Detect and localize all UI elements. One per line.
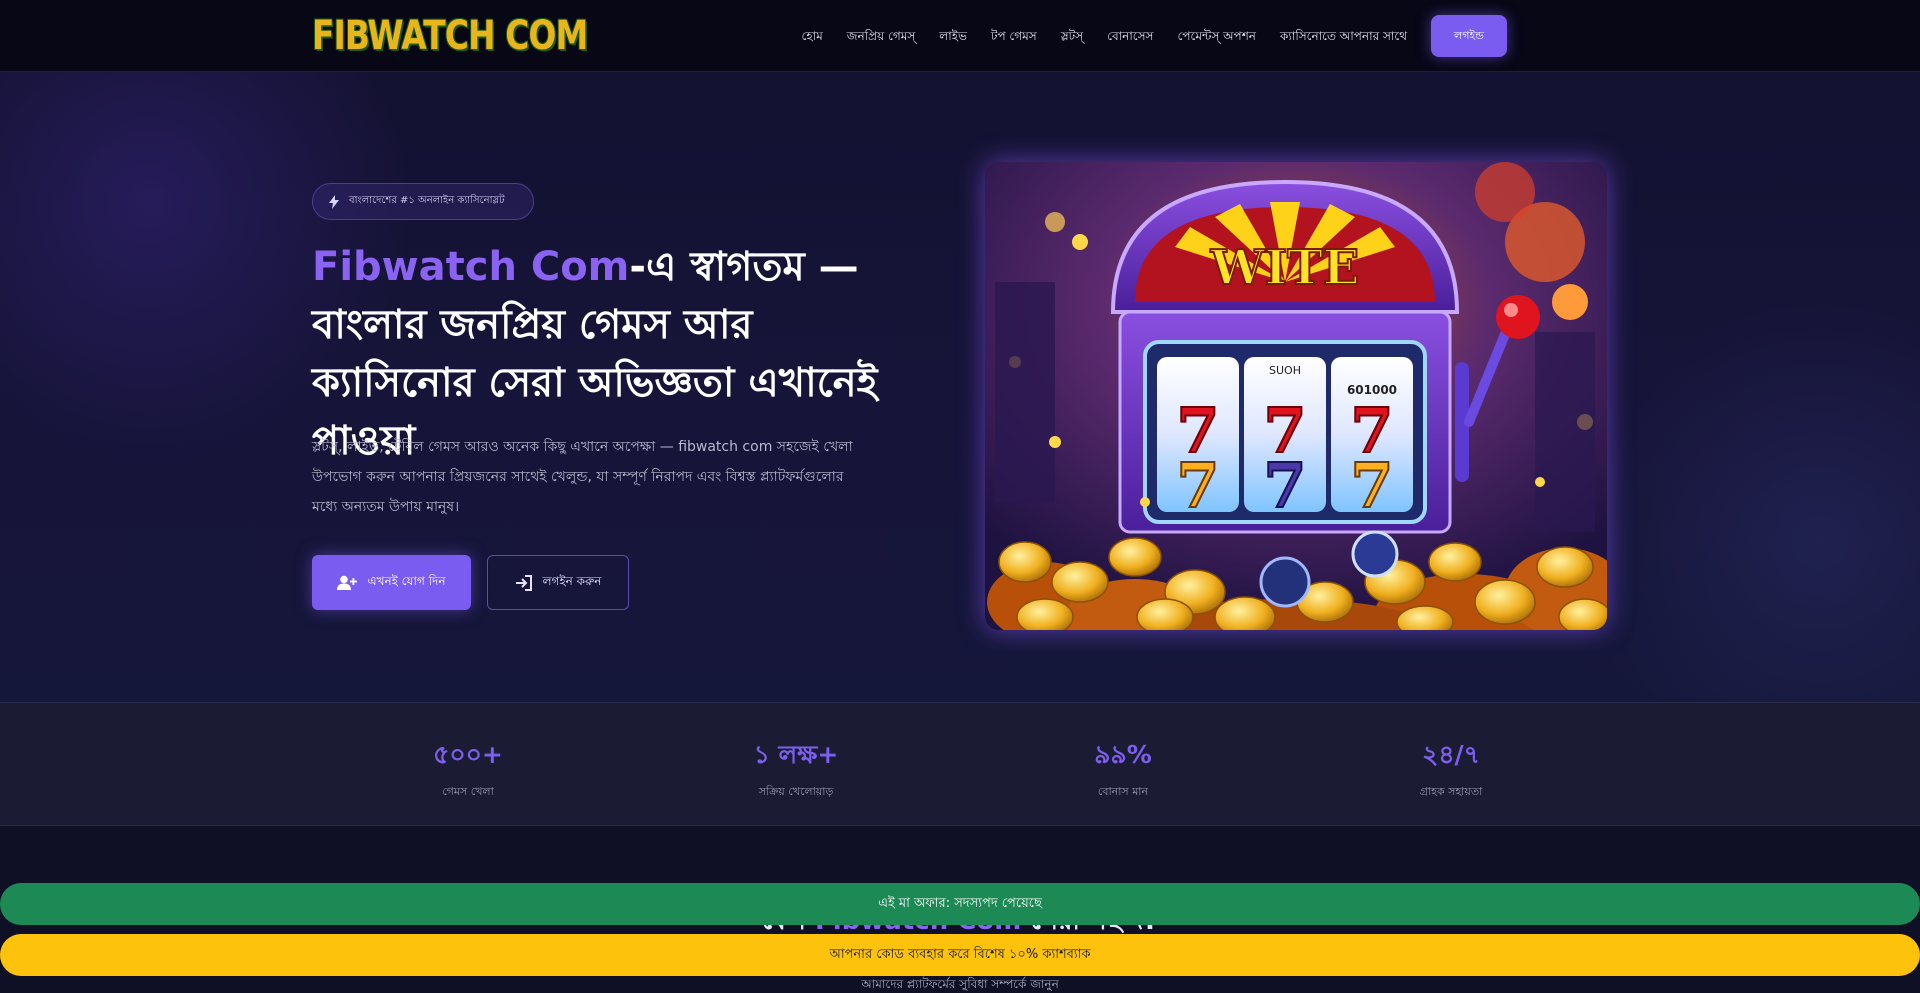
- nav-link-bonuses[interactable]: বোনাসেস: [1095, 15, 1165, 57]
- nav-link-home[interactable]: হোম: [789, 15, 834, 57]
- stat-label: সক্রিয় খেলোয়াড়: [758, 785, 834, 798]
- slot-machine-image: WITE SUOH 601000 7 7 7 7 7 7: [985, 162, 1607, 630]
- stat-label: গেমস খেলা: [442, 785, 494, 798]
- stat-value: ৯৯%: [1094, 740, 1152, 769]
- svg-text:7: 7: [1263, 449, 1306, 522]
- stat-value: ১ লক্ষ+: [753, 740, 839, 769]
- register-button-label: এখনই যোগ দিন: [367, 573, 446, 588]
- promo-bar-yellow[interactable]: আপনার কোড ব্যবহার করে বিশেষ ১০% ক্যাশব্য…: [0, 934, 1920, 976]
- hero-login-button[interactable]: লগইন করুন: [487, 555, 629, 610]
- hero-login-button-label: লগইন করুন: [542, 573, 602, 588]
- lightning-icon: [329, 194, 339, 209]
- nav-links: হোম জনপ্রিয় গেমস্ লাইভ টপ গেমস স্লটস্ ব…: [789, 15, 1507, 57]
- login-button[interactable]: লগইন্ড: [1431, 15, 1507, 57]
- headline-brand: Fibwatch Com: [312, 244, 630, 290]
- stat-value: ২৪/৭: [1422, 740, 1480, 769]
- slot-machine-illustration: WITE SUOH 601000 7 7 7 7 7 7: [985, 162, 1607, 630]
- nav-link-casino[interactable]: ক্যাসিনোতে আপনার সাথে: [1268, 15, 1419, 57]
- hero-badge: বাংলাদেশের #১ অনলাইন ক্যাসিনোস্লট: [312, 183, 534, 220]
- nav-link-payments[interactable]: পেমেন্টস্ অপশন: [1165, 15, 1267, 57]
- nav-link-popular-games[interactable]: জনপ্রিয় গেমস্: [835, 15, 928, 57]
- hero-description: স্লটস্, লাইভ, টেবিল গেমস আরও অনেক কিছু এ…: [312, 439, 853, 515]
- svg-text:7: 7: [1350, 449, 1393, 522]
- stat-label: গ্রাহক সহায়তা: [1419, 785, 1483, 798]
- reel-caption: SUOH: [1269, 364, 1301, 377]
- promo-bar-green[interactable]: এই মা অফার: সদস্যপদ পেয়েছে: [0, 883, 1920, 925]
- stats-strip: ৫০০+ গেমস খেলা ১ লক্ষ+ সক্রিয় খেলোয়াড়…: [0, 702, 1920, 826]
- hero-section: [0, 72, 1920, 702]
- svg-text:7: 7: [1176, 449, 1219, 522]
- add-user-icon: [337, 575, 358, 590]
- features-subtitle: আমাদের প্ল্যাটফর্মের সুবিধা সম্পর্কে জান…: [861, 977, 1059, 991]
- nav-link-top-games[interactable]: টপ গেমস: [979, 15, 1049, 57]
- machine-title-text: WITE: [1210, 240, 1360, 296]
- stat-label: বোনাস মান: [1097, 785, 1149, 798]
- nav-link-slots[interactable]: স্লটস্: [1049, 15, 1095, 57]
- register-button[interactable]: এখনই যোগ দিন: [312, 555, 471, 610]
- nav-link-live[interactable]: লাইভ: [927, 15, 979, 57]
- top-navigation: FIBWATCH COM হোম জনপ্রিয় গেমস্ লাইভ টপ …: [0, 0, 1920, 72]
- sign-in-icon: [515, 574, 532, 591]
- stat-value: ৫০০+: [433, 740, 503, 769]
- badge-text: বাংলাদেশের #১ অনলাইন ক্যাসিনোস্লট: [349, 195, 505, 206]
- site-logo[interactable]: FIBWATCH COM: [312, 14, 588, 58]
